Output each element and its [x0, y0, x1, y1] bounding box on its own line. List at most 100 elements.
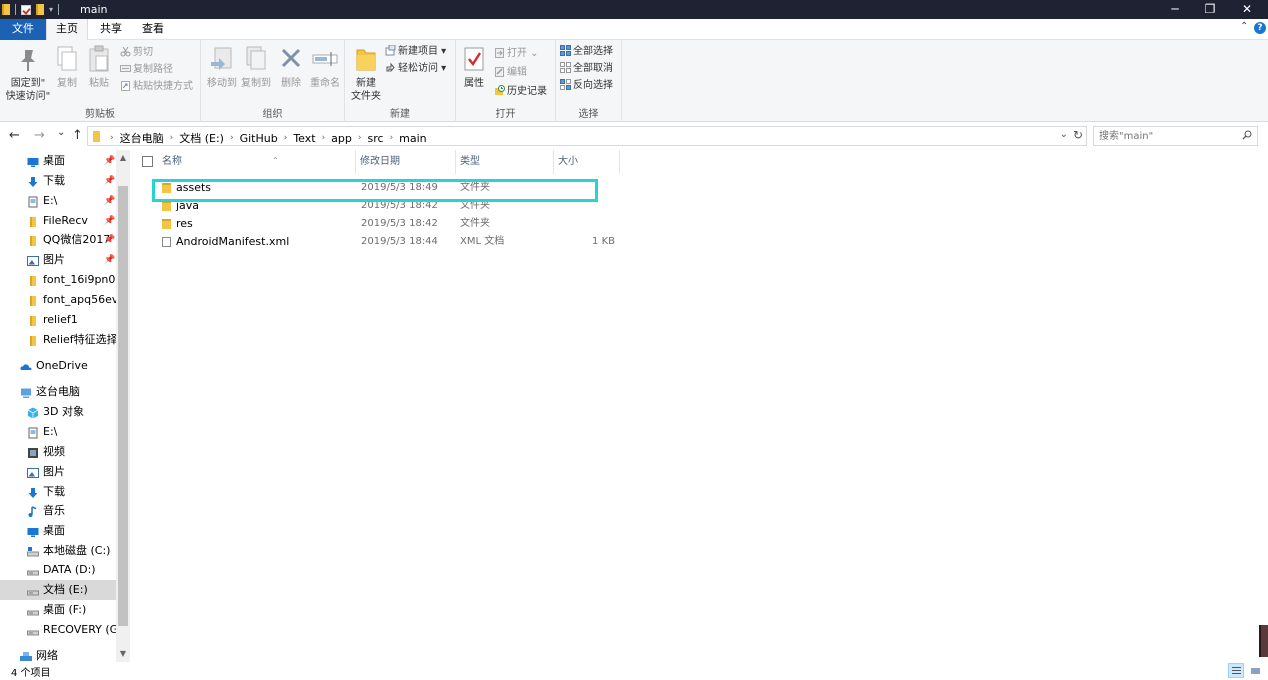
tab-view[interactable]: 查看: [132, 19, 174, 40]
large-icons-view-button[interactable]: [1247, 663, 1263, 678]
select-none-button[interactable]: 全部取消: [560, 60, 613, 77]
pin-icon[interactable]: 📌: [104, 250, 115, 270]
column-header-name[interactable]: 名称 ⌃: [158, 150, 356, 174]
breadcrumb-item[interactable]: 文档 (E:): [175, 130, 228, 146]
history-button[interactable]: 历史记录: [494, 83, 547, 100]
nav-item[interactable]: 下载: [0, 482, 116, 502]
address-history-chevron-icon[interactable]: ⌄: [1060, 129, 1068, 140]
breadcrumb-item[interactable]: 这台电脑: [116, 130, 168, 146]
tab-home[interactable]: 主页: [46, 19, 88, 40]
help-icon[interactable]: ?: [1254, 22, 1266, 34]
breadcrumb-item[interactable]: main: [395, 132, 430, 145]
nav-item[interactable]: 图片: [0, 462, 116, 482]
nav-item[interactable]: 音乐: [0, 501, 116, 521]
ribbon-collapse-chevron-icon[interactable]: ⌃: [1240, 21, 1248, 32]
close-button[interactable]: ✕: [1229, 0, 1265, 19]
delete-button[interactable]: 删除: [277, 44, 305, 90]
nav-item[interactable]: RECOVERY (G:): [0, 620, 116, 640]
breadcrumb-separator-chevron-icon[interactable]: ›: [320, 133, 328, 143]
breadcrumb-item[interactable]: src: [364, 132, 388, 145]
nav-item[interactable]: 3D 对象: [0, 402, 116, 422]
pin-to-quick-access-button[interactable]: 固定到" 快速访问": [4, 44, 52, 103]
pin-icon[interactable]: 📌: [104, 230, 115, 250]
nav-item[interactable]: OneDrive: [0, 356, 116, 376]
table-row[interactable]: assets 2019/5/3 18:49 文件夹: [130, 179, 1268, 197]
nav-item[interactable]: 桌面 (F:): [0, 600, 116, 620]
scroll-up-icon[interactable]: ▲: [116, 150, 130, 166]
column-header-type[interactable]: 类型: [456, 150, 554, 174]
breadcrumb-separator-chevron-icon[interactable]: ›: [356, 133, 364, 143]
breadcrumb-separator-chevron-icon[interactable]: ›: [282, 133, 290, 143]
nav-item[interactable]: 图片 📌: [0, 250, 116, 270]
nav-item[interactable]: 这台电脑: [0, 382, 116, 402]
properties-icon[interactable]: [21, 4, 31, 15]
nav-item[interactable]: 本地磁盘 (C:): [0, 541, 116, 561]
pin-icon[interactable]: 📌: [104, 211, 115, 231]
scroll-down-icon[interactable]: ▼: [116, 646, 130, 662]
search-input[interactable]: [1099, 129, 1239, 143]
breadcrumb-separator-chevron-icon[interactable]: ›: [108, 133, 116, 143]
new-folder-icon[interactable]: [36, 4, 44, 15]
pin-icon[interactable]: 📌: [104, 191, 115, 211]
nav-item[interactable]: DATA (D:): [0, 560, 116, 580]
search-icon[interactable]: [1242, 130, 1252, 140]
breadcrumb-separator-chevron-icon[interactable]: ›: [388, 133, 396, 143]
nav-item[interactable]: 网络: [0, 646, 116, 662]
select-all-checkbox[interactable]: [142, 156, 153, 167]
paste-button[interactable]: 粘贴: [86, 44, 112, 90]
search-box[interactable]: [1093, 126, 1258, 146]
scrollbar-thumb[interactable]: [118, 186, 128, 626]
recent-locations-button[interactable]: ⌄: [57, 127, 65, 138]
maximize-button[interactable]: ❐: [1192, 0, 1228, 19]
nav-item[interactable]: relief1: [0, 310, 116, 330]
nav-item[interactable]: FileRecv 📌: [0, 211, 116, 231]
breadcrumb-item[interactable]: app: [327, 132, 356, 145]
table-row[interactable]: AndroidManifest.xml 2019/5/3 18:44 XML 文档 1…: [130, 233, 1268, 251]
invert-selection-button[interactable]: 反向选择: [560, 77, 613, 94]
forward-button[interactable]: →: [34, 128, 45, 143]
copy-button[interactable]: 复制: [54, 44, 80, 90]
breadcrumb-separator-chevron-icon[interactable]: ›: [168, 133, 176, 143]
tab-share[interactable]: 共享: [90, 19, 132, 40]
nav-item[interactable]: E:\: [0, 422, 116, 442]
nav-item[interactable]: 文档 (E:): [0, 580, 116, 600]
minimize-button[interactable]: ─: [1157, 0, 1193, 19]
move-to-button[interactable]: 移动到: [205, 44, 239, 90]
nav-item[interactable]: font_apq56evi3: [0, 290, 116, 310]
nav-item[interactable]: 桌面 📌: [0, 151, 116, 171]
table-row[interactable]: java 2019/5/3 18:42 文件夹: [130, 197, 1268, 215]
cut-button[interactable]: 剪切: [120, 44, 153, 61]
back-button[interactable]: ←: [9, 128, 20, 143]
nav-item[interactable]: 视频: [0, 442, 116, 462]
properties-button[interactable]: 属性: [460, 44, 488, 90]
breadcrumb-separator-chevron-icon[interactable]: ›: [228, 133, 236, 143]
tab-file[interactable]: 文件: [0, 19, 46, 40]
column-header-date[interactable]: 修改日期: [356, 150, 456, 174]
address-bar[interactable]: › 这台电脑 › 文档 (E:) › GitHub › Text › app › src › main ⌄…: [87, 126, 1087, 146]
edit-button[interactable]: 编辑: [494, 64, 527, 81]
table-row[interactable]: res 2019/5/3 18:42 文件夹: [130, 215, 1268, 233]
copy-path-button[interactable]: 复制路径: [120, 61, 173, 78]
copy-to-button[interactable]: 复制到: [239, 44, 273, 90]
breadcrumb-item[interactable]: GitHub: [236, 132, 282, 145]
new-folder-button[interactable]: 新建 文件夹: [349, 44, 383, 103]
new-item-button[interactable]: 新建项目 ▾: [385, 43, 446, 60]
easy-access-button[interactable]: 轻松访问 ▾: [385, 60, 446, 77]
breadcrumb-item[interactable]: Text: [289, 132, 319, 145]
column-header-size[interactable]: 大小: [554, 150, 620, 174]
nav-item[interactable]: E:\ 📌: [0, 191, 116, 211]
details-view-button[interactable]: [1228, 663, 1244, 678]
select-all-button[interactable]: 全部选择: [560, 43, 613, 60]
nav-item[interactable]: font_16i9pn0d9: [0, 270, 116, 290]
up-button[interactable]: ↑: [72, 128, 83, 143]
nav-item[interactable]: 下载 📌: [0, 171, 116, 191]
navigation-scrollbar[interactable]: ▲ ▼: [116, 150, 130, 662]
nav-item[interactable]: 桌面: [0, 521, 116, 541]
refresh-icon[interactable]: ↻: [1073, 128, 1083, 142]
customize-toolbar-chevron-icon[interactable]: ▾: [49, 5, 53, 14]
rename-button[interactable]: 重命名: [307, 44, 343, 90]
open-button[interactable]: 打开 ⌄: [494, 45, 539, 62]
pin-icon[interactable]: 📌: [104, 151, 115, 171]
nav-item[interactable]: QQ微信2017 📌: [0, 230, 116, 250]
nav-item[interactable]: Relief特征选择: [0, 330, 116, 350]
